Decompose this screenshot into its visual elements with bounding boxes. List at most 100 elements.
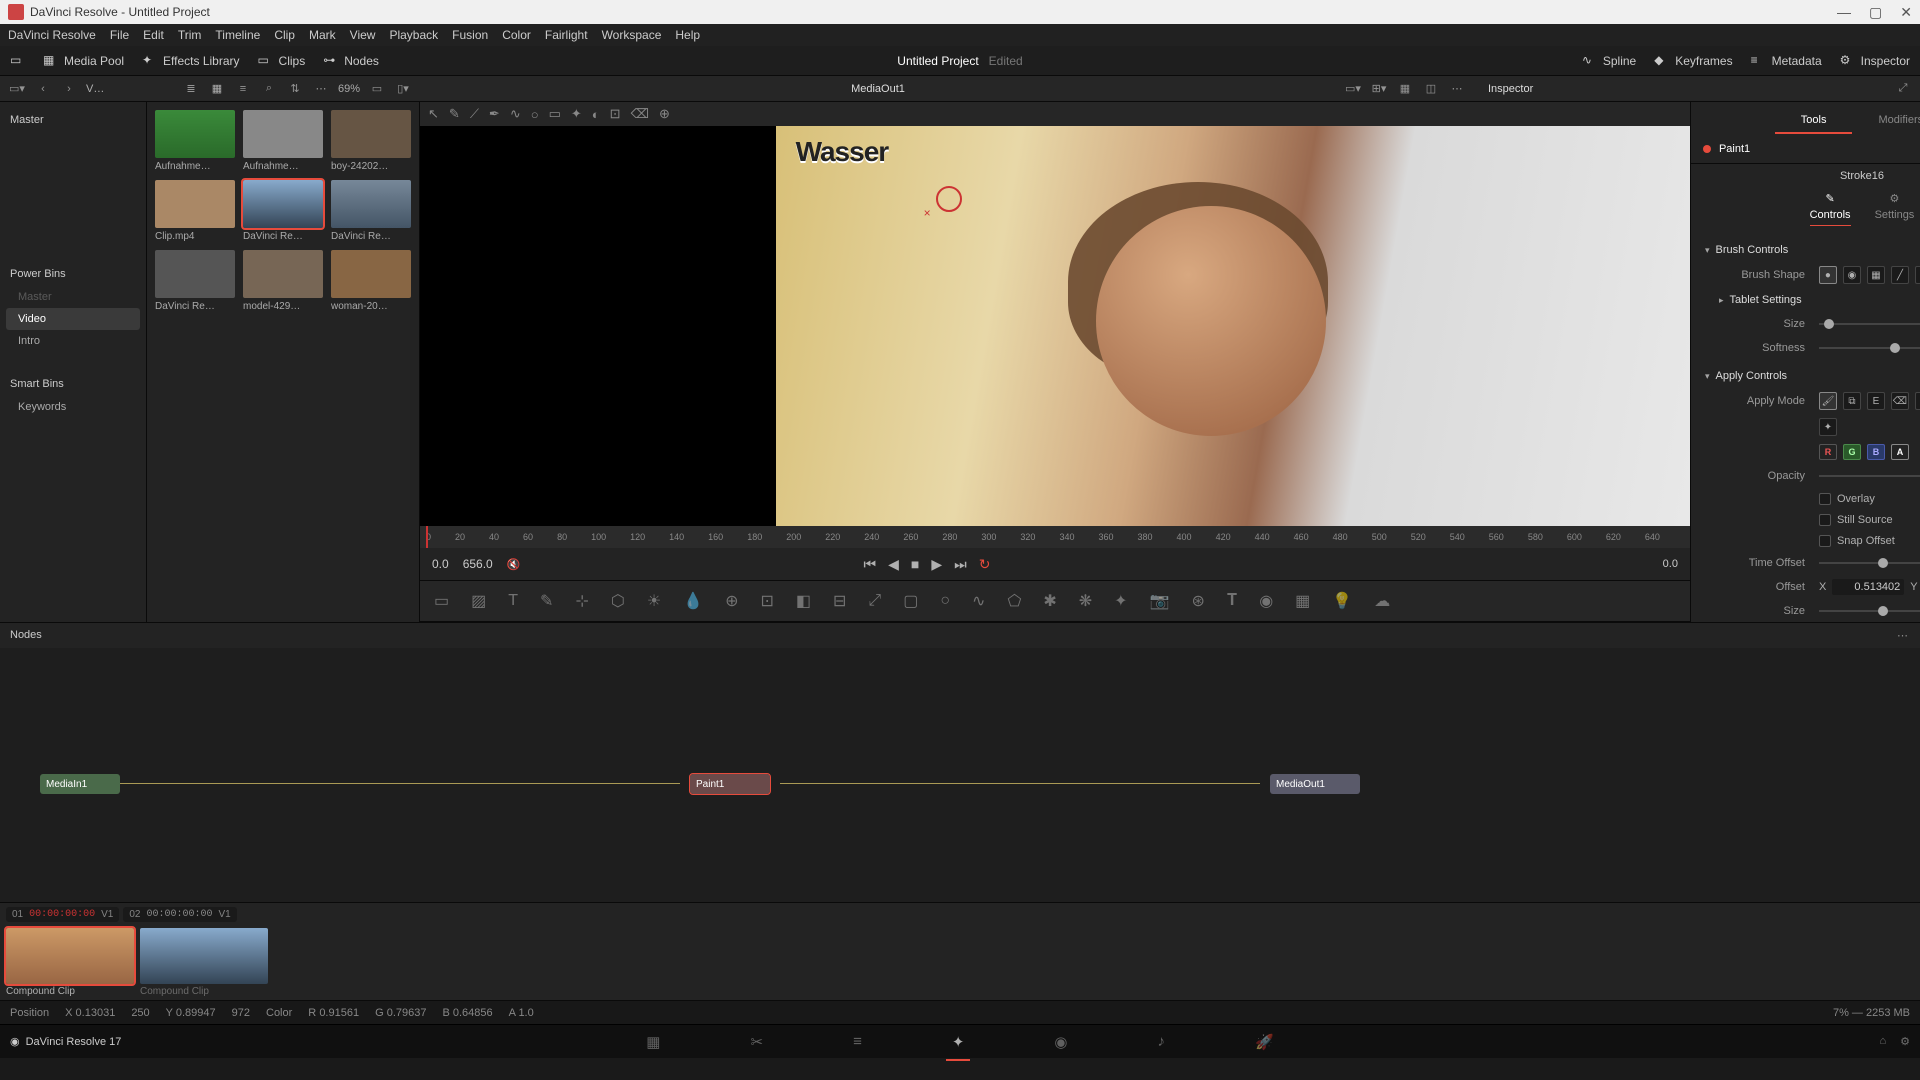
apply-mode-extra[interactable]: ✦ bbox=[1819, 418, 1837, 436]
bspline-mask-icon[interactable]: ∿ bbox=[972, 591, 985, 611]
pemitter-tool-icon[interactable]: ✦ bbox=[1114, 591, 1127, 611]
menu-item[interactable]: Help bbox=[675, 28, 700, 42]
menu-item[interactable]: DaVinci Resolve bbox=[8, 28, 96, 42]
rect-tool-icon[interactable]: ▭ bbox=[549, 106, 561, 122]
menu-item[interactable]: Clip bbox=[274, 28, 295, 42]
tab-modifiers[interactable]: Modifiers bbox=[1852, 108, 1920, 134]
page-fusion-icon[interactable]: ✦ bbox=[952, 1033, 965, 1051]
menu-item[interactable]: View bbox=[350, 28, 376, 42]
menu-item[interactable]: Timeline bbox=[215, 28, 260, 42]
menu-item[interactable]: Playback bbox=[389, 28, 438, 42]
sort-icon[interactable]: ⇅ bbox=[286, 80, 304, 98]
background-tool-icon[interactable]: ▭ bbox=[434, 591, 449, 611]
clip-thumbnail[interactable] bbox=[6, 928, 134, 984]
curve-tool-icon[interactable]: ∿ bbox=[510, 106, 521, 122]
menu-item[interactable]: Workspace bbox=[602, 28, 662, 42]
zoom-level[interactable]: 69% bbox=[338, 83, 360, 95]
text3d-tool-icon[interactable]: 𝐓 bbox=[1227, 592, 1237, 610]
node-mediaout[interactable]: MediaOut1 bbox=[1270, 774, 1360, 794]
pen-tool-icon[interactable]: ✒ bbox=[489, 106, 500, 122]
nodes-toggle[interactable]: ⊶Nodes bbox=[323, 53, 379, 68]
page-deliver-icon[interactable]: 🚀 bbox=[1255, 1033, 1274, 1051]
size-slider[interactable] bbox=[1819, 323, 1920, 325]
subtab-settings[interactable]: ⚙Settings bbox=[1875, 192, 1915, 226]
viewer-split-icon[interactable]: ◫ bbox=[1422, 80, 1440, 98]
play-icon[interactable]: ▶ bbox=[931, 556, 942, 573]
media-pool-toggle[interactable]: ▦Media Pool bbox=[43, 53, 124, 68]
node-name[interactable]: Paint1 bbox=[1719, 143, 1750, 155]
power-bins-header[interactable]: Power Bins bbox=[6, 262, 140, 286]
overlay-checkbox[interactable] bbox=[1819, 493, 1831, 505]
menu-item[interactable]: Fusion bbox=[452, 28, 488, 42]
viewer-single-icon[interactable]: ▭▾ bbox=[1344, 80, 1362, 98]
section-tablet-settings[interactable]: Tablet Settings bbox=[1701, 288, 1920, 312]
nav-back-icon[interactable]: ‹ bbox=[34, 80, 52, 98]
section-apply-controls[interactable]: Apply Controls bbox=[1701, 364, 1920, 388]
fit-icon[interactable]: ▭ bbox=[368, 80, 386, 98]
menu-item[interactable]: Color bbox=[502, 28, 531, 42]
media-clip[interactable]: DaVinci Re… bbox=[243, 180, 323, 242]
3d-camera-icon[interactable]: 📷 bbox=[1150, 591, 1170, 611]
clip-thumbnail[interactable] bbox=[140, 928, 268, 984]
channel-b[interactable]: B bbox=[1867, 444, 1885, 460]
tab-tools[interactable]: Tools bbox=[1775, 108, 1853, 134]
effects-library-toggle[interactable]: ✦Effects Library bbox=[142, 53, 239, 68]
media-clip[interactable]: Aufnahme… bbox=[155, 110, 235, 172]
light-tool-icon[interactable]: 💡 bbox=[1332, 591, 1352, 611]
snap-offset-checkbox[interactable] bbox=[1819, 535, 1831, 547]
project-settings-icon[interactable]: ⚙ bbox=[1900, 1035, 1910, 1048]
prender-tool-icon[interactable]: ❋ bbox=[1079, 591, 1092, 611]
spline-toggle[interactable]: ∿Spline bbox=[1582, 53, 1636, 68]
eraser-tool-icon[interactable]: ⌫ bbox=[631, 106, 649, 122]
subtab-controls[interactable]: ✎Controls bbox=[1810, 192, 1851, 226]
close-button[interactable]: ✕ bbox=[1900, 4, 1912, 21]
brush-shape-circle[interactable]: ● bbox=[1819, 266, 1837, 284]
home-icon[interactable]: ⌂ bbox=[1879, 1035, 1886, 1048]
shape3d-tool-icon[interactable]: ◉ bbox=[1259, 591, 1273, 611]
master-bin[interactable]: Master bbox=[6, 108, 140, 132]
brush-tool-icon[interactable]: ✎ bbox=[449, 106, 460, 122]
blur-tool-icon[interactable]: 💧 bbox=[683, 591, 703, 611]
brightness-tool-icon[interactable]: ☀ bbox=[647, 591, 661, 611]
viewer-grid-icon[interactable]: ▦ bbox=[1396, 80, 1414, 98]
viewer-quad-icon[interactable]: ⊞▾ bbox=[1370, 80, 1388, 98]
polyline-tool-icon[interactable]: ⟋ bbox=[470, 106, 479, 122]
media-clip[interactable]: boy-24202… bbox=[331, 110, 411, 172]
maximize-button[interactable]: ▢ bbox=[1869, 4, 1882, 21]
keyframes-toggle[interactable]: ◆Keyframes bbox=[1654, 53, 1732, 68]
apply-mode-clone[interactable]: ⧉ bbox=[1843, 392, 1861, 410]
menu-item[interactable]: File bbox=[110, 28, 129, 42]
channel-g[interactable]: G bbox=[1843, 444, 1861, 460]
nodes-options-icon[interactable]: ⋯ bbox=[1897, 629, 1910, 642]
media-clip[interactable]: Clip.mp4 bbox=[155, 180, 235, 242]
rectangle-mask-icon[interactable]: ▢ bbox=[903, 591, 918, 611]
view-thumb-icon[interactable]: ▦ bbox=[208, 80, 226, 98]
apply-mode-erase[interactable]: ⌫ bbox=[1891, 392, 1909, 410]
time-ruler[interactable]: 0204060801001201401601802002202402602803… bbox=[420, 526, 1690, 548]
polygon-mask-icon[interactable]: ⬠ bbox=[1007, 591, 1021, 611]
aspect-icon[interactable]: ▯▾ bbox=[394, 80, 412, 98]
bin-item[interactable]: Keywords bbox=[6, 396, 140, 418]
bin-item[interactable]: Master bbox=[6, 286, 140, 308]
size2-slider[interactable] bbox=[1819, 610, 1920, 612]
fastnoise-tool-icon[interactable]: ▨ bbox=[471, 591, 486, 611]
text-tool-icon[interactable]: T bbox=[508, 592, 518, 610]
loop-icon[interactable]: ↻ bbox=[979, 556, 991, 573]
view-list-icon[interactable]: ≡ bbox=[234, 80, 252, 98]
apply-mode-merge[interactable]: ⊕ bbox=[1915, 392, 1920, 410]
node-mediain[interactable]: MediaIn1 bbox=[40, 774, 120, 794]
crop-tool-icon[interactable]: ⊡ bbox=[610, 106, 621, 122]
pointer-tool-icon[interactable]: ↖ bbox=[428, 106, 439, 122]
viewer-canvas[interactable]: Wasser bbox=[420, 126, 1690, 526]
bin-item[interactable]: Video bbox=[6, 308, 140, 330]
view-metadata-icon[interactable]: ≣ bbox=[182, 80, 200, 98]
playhead-marker[interactable] bbox=[426, 526, 428, 548]
filter-icon[interactable]: ⋯ bbox=[312, 80, 330, 98]
page-media-icon[interactable]: ▦ bbox=[646, 1033, 660, 1051]
page-edit-icon[interactable]: ≡ bbox=[853, 1033, 862, 1050]
time-offset-slider[interactable] bbox=[1819, 562, 1920, 564]
media-clip[interactable]: woman-20… bbox=[331, 250, 411, 312]
minimize-button[interactable]: — bbox=[1837, 4, 1851, 21]
resize-tool-icon[interactable]: ⤢ bbox=[868, 592, 881, 610]
bin-item[interactable]: Intro bbox=[6, 330, 140, 352]
